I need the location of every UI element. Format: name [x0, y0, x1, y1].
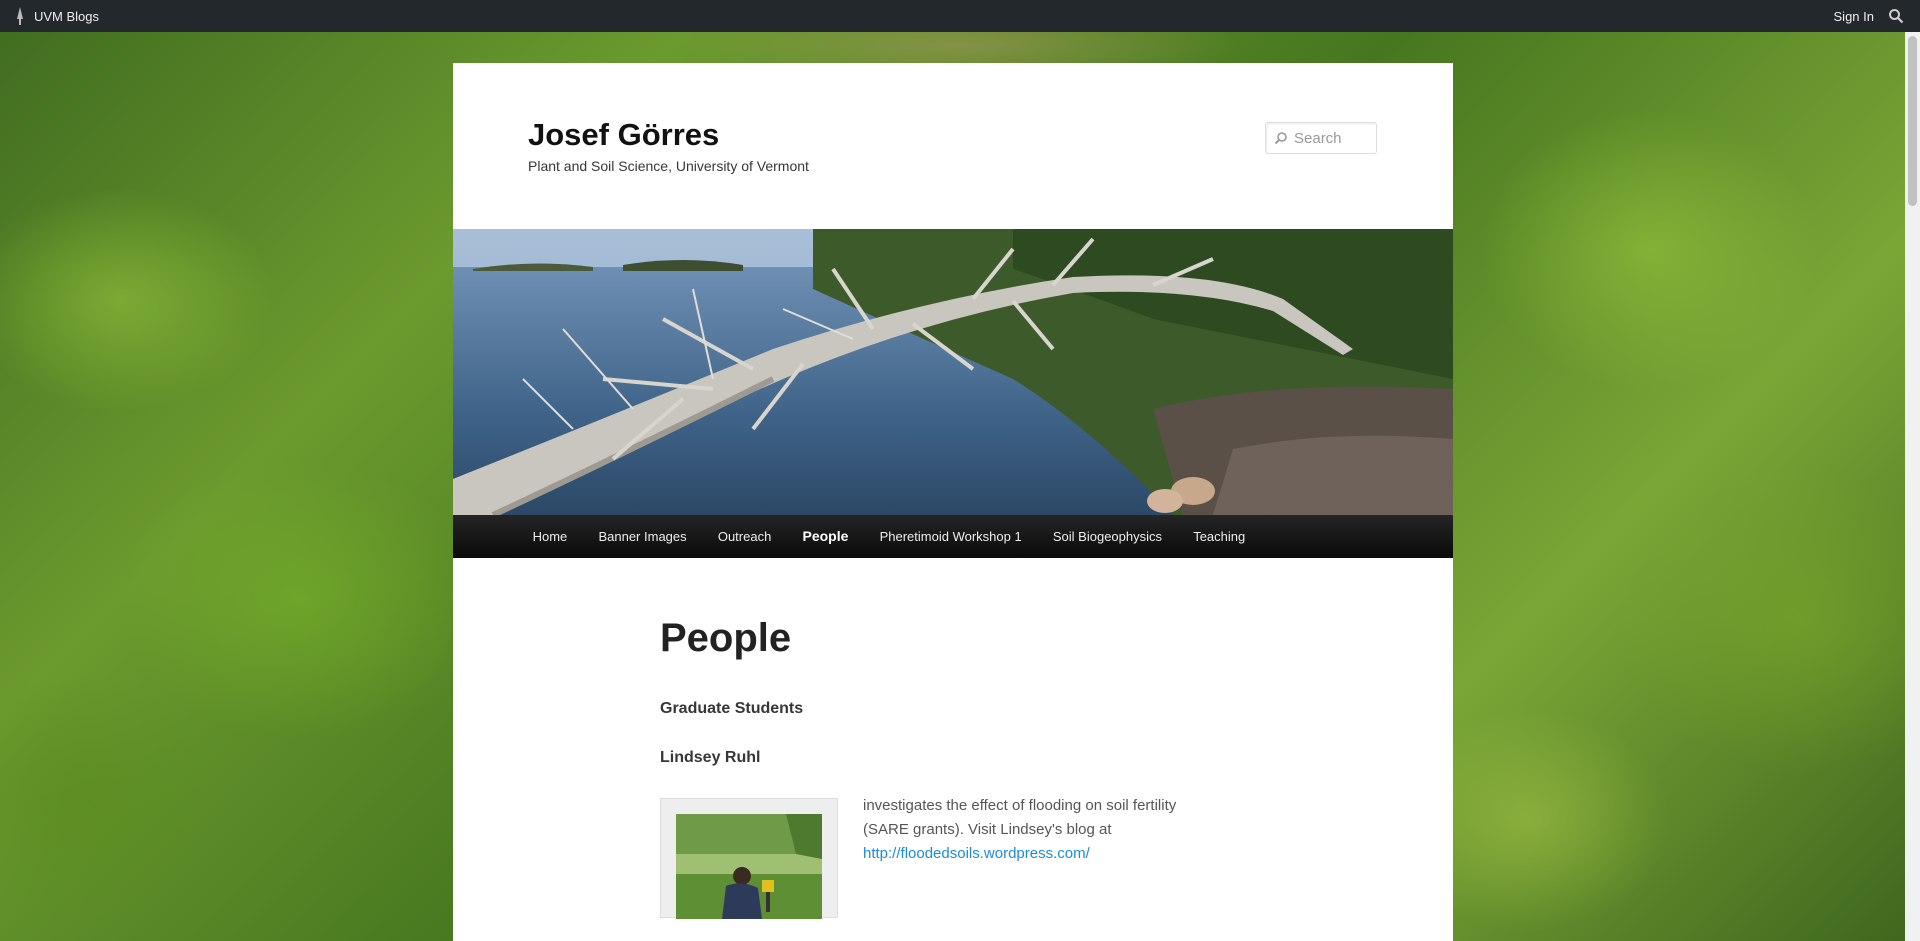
sign-in-link[interactable]: Sign In: [1834, 9, 1874, 24]
person-description-text: investigates the effect of flooding on s…: [863, 797, 1177, 838]
search-field[interactable]: [1265, 122, 1377, 154]
nav-item-people[interactable]: People: [787, 515, 864, 558]
site-header: Josef Görres Plant and Soil Science, Uni…: [453, 63, 1453, 229]
page-title: People: [660, 616, 792, 660]
person-photo-frame: [660, 798, 838, 919]
admin-bar: UVM Blogs Sign In: [0, 0, 1920, 32]
person-photo[interactable]: [676, 814, 822, 919]
header-banner-image: [453, 229, 1453, 515]
person-blog-link[interactable]: http://floodedsoils.wordpress.com/: [863, 845, 1090, 862]
main-navigation: Home Banner Images Outreach People Phere…: [453, 515, 1453, 558]
scrollbar-thumb[interactable]: [1908, 36, 1917, 206]
uvm-logo-icon: [17, 7, 23, 25]
person-description: investigates the effect of flooding on s…: [863, 794, 1213, 866]
page-container: Josef Görres Plant and Soil Science, Uni…: [453, 63, 1453, 941]
search-input[interactable]: [1292, 128, 1376, 148]
section-heading: Graduate Students: [660, 700, 804, 717]
uvm-blogs-link[interactable]: UVM Blogs: [14, 7, 99, 25]
site-description: Plant and Soil Science, University of Ve…: [528, 158, 809, 174]
site-title[interactable]: Josef Görres: [528, 117, 719, 153]
nav-item-home[interactable]: Home: [517, 515, 583, 558]
nav-item-soil-biogeophysics[interactable]: Soil Biogeophysics: [1037, 515, 1177, 558]
search-icon[interactable]: [1888, 8, 1904, 24]
search-field-icon: [1274, 132, 1287, 145]
nav-item-outreach[interactable]: Outreach: [702, 515, 787, 558]
nav-item-teaching[interactable]: Teaching: [1178, 515, 1261, 558]
page-scrollbar[interactable]: [1905, 32, 1920, 941]
nav-item-pheretimoid-workshop-1[interactable]: Pheretimoid Workshop 1: [864, 515, 1037, 558]
uvm-blogs-label: UVM Blogs: [34, 8, 100, 24]
person-name: Lindsey Ruhl: [660, 749, 761, 766]
nav-item-banner-images[interactable]: Banner Images: [583, 515, 702, 558]
